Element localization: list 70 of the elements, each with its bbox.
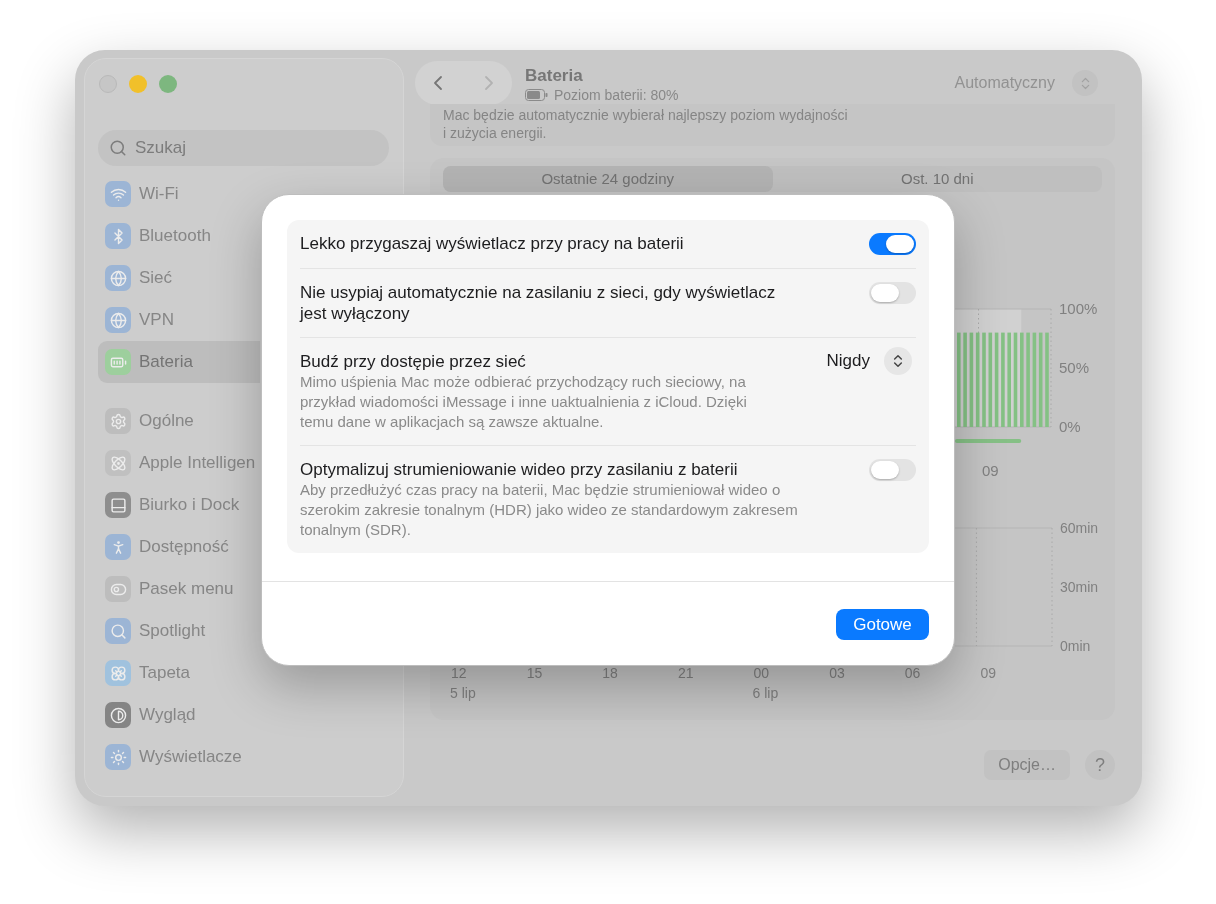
axis-label: 12 bbox=[451, 665, 467, 681]
axis-label: 09 bbox=[981, 462, 999, 479]
accessibility-icon bbox=[105, 534, 131, 560]
setting-title: Lekko przygaszaj wyświetlacz przy pracy na baterii bbox=[300, 233, 685, 254]
chevrons-icon bbox=[1072, 70, 1098, 96]
wifi-icon bbox=[105, 181, 131, 207]
toggle-switch[interactable] bbox=[869, 282, 916, 304]
date-label: 5 lip bbox=[450, 685, 476, 701]
setting-title: Optymalizuj strumieniowanie wideo przy zasilaniu z baterii bbox=[300, 459, 739, 480]
axis-label: 03 bbox=[829, 665, 845, 681]
axis-label: 18 bbox=[602, 665, 618, 681]
sidebar-item[interactable]: Ogólne bbox=[98, 400, 260, 442]
toggle-icon bbox=[105, 576, 131, 602]
axis-label: 0% bbox=[1059, 418, 1081, 435]
sidebar-item[interactable]: VPN bbox=[98, 299, 260, 341]
setting-title: Nie usypiaj automatycznie na zasilaniu z sieci, gdy wyświetlacz jest wyłączony bbox=[300, 282, 777, 324]
axis-label: 06 bbox=[904, 665, 921, 681]
axis-label: 15 bbox=[526, 665, 543, 681]
sidebar-item[interactable]: Biurko i Dock bbox=[98, 484, 260, 526]
contrast-icon bbox=[105, 702, 131, 728]
axis-label: 30min bbox=[1060, 579, 1099, 595]
description-text: Mac będzie automatycznie wybierał najlepszy poziom wydajności i zużycia energii. bbox=[443, 106, 849, 142]
axis-label: 00 bbox=[753, 665, 770, 681]
battery-icon bbox=[105, 349, 131, 375]
search-icon bbox=[105, 618, 131, 644]
setting-title: Budź przy dostępie przez sieć bbox=[300, 351, 527, 372]
flower-icon bbox=[105, 660, 131, 686]
sun-icon bbox=[105, 744, 131, 770]
minimize-button[interactable] bbox=[129, 75, 147, 93]
sidebar-item[interactable]: Wi-Fi bbox=[98, 173, 260, 215]
sidebar-item[interactable]: Wyświetlacze bbox=[98, 736, 260, 778]
page-title: Bateria bbox=[525, 66, 584, 86]
axis-label: 60min bbox=[1060, 520, 1099, 536]
axis-label: 09 bbox=[980, 665, 996, 681]
sidebar-item[interactable]: Pasek menu bbox=[98, 568, 260, 610]
gear-icon bbox=[105, 408, 131, 434]
toggle-switch[interactable] bbox=[869, 459, 916, 481]
tab[interactable]: Ostatnie 24 godziny bbox=[443, 166, 773, 192]
sidebar-item[interactable]: Bluetooth bbox=[98, 215, 260, 257]
sidebar-item[interactable]: Bateria bbox=[98, 341, 260, 383]
done-button[interactable]: Gotowe bbox=[836, 609, 929, 640]
sidebar-item[interactable]: Apple Intelligen bbox=[98, 442, 260, 484]
axis-label: 50% bbox=[1059, 359, 1090, 376]
sidebar-item[interactable]: Sieć bbox=[98, 257, 260, 299]
popup-button[interactable]: Nigdy bbox=[826, 347, 912, 375]
tab[interactable]: Ost. 10 dni bbox=[772, 166, 1102, 192]
sidebar-item[interactable]: Spotlight bbox=[98, 610, 260, 652]
axis-label: 100% bbox=[1059, 300, 1098, 317]
search-field[interactable]: Szukaj bbox=[98, 130, 389, 166]
battery-icon bbox=[525, 89, 548, 101]
options-button[interactable]: Opcje… bbox=[984, 750, 1070, 780]
panel-icon bbox=[105, 492, 131, 518]
axis-label: 0min bbox=[1060, 638, 1091, 654]
globe-icon bbox=[105, 307, 131, 333]
globe-icon bbox=[105, 265, 131, 291]
toggle-switch[interactable] bbox=[869, 233, 916, 255]
search-icon bbox=[109, 139, 127, 157]
sidebar-item[interactable]: Dostępność bbox=[98, 526, 260, 568]
axis-label: 21 bbox=[677, 665, 694, 681]
chevrons-icon bbox=[884, 347, 912, 375]
date-label: 6 lip bbox=[752, 685, 779, 701]
bluetooth-icon bbox=[105, 223, 131, 249]
setting-description: Mimo uśpienia Mac może odbierać przychodzący ruch sieciowy, na przykład wiadomości iMessage i inne uaktualnienia z iCloud. Dzięki temu dane w aplikacjach są zawsze aktualne. bbox=[300, 372, 748, 432]
sidebar-item[interactable]: Wygląd bbox=[98, 694, 260, 736]
zoom-button[interactable] bbox=[159, 75, 177, 93]
setting-description: Aby przedłużyć czas pracy na baterii, Mac będzie strumieniował wideo o szerokim zakresie tonalnym (HDR) jako wideo ze standardowym zakresem tonalnym (SDR). bbox=[300, 480, 799, 540]
battery-level-text: Poziom baterii: 80% bbox=[554, 86, 679, 104]
sidebar-item[interactable]: Tapeta bbox=[98, 652, 260, 694]
atom-icon bbox=[105, 450, 131, 476]
help-button[interactable]: ? bbox=[1085, 750, 1115, 780]
